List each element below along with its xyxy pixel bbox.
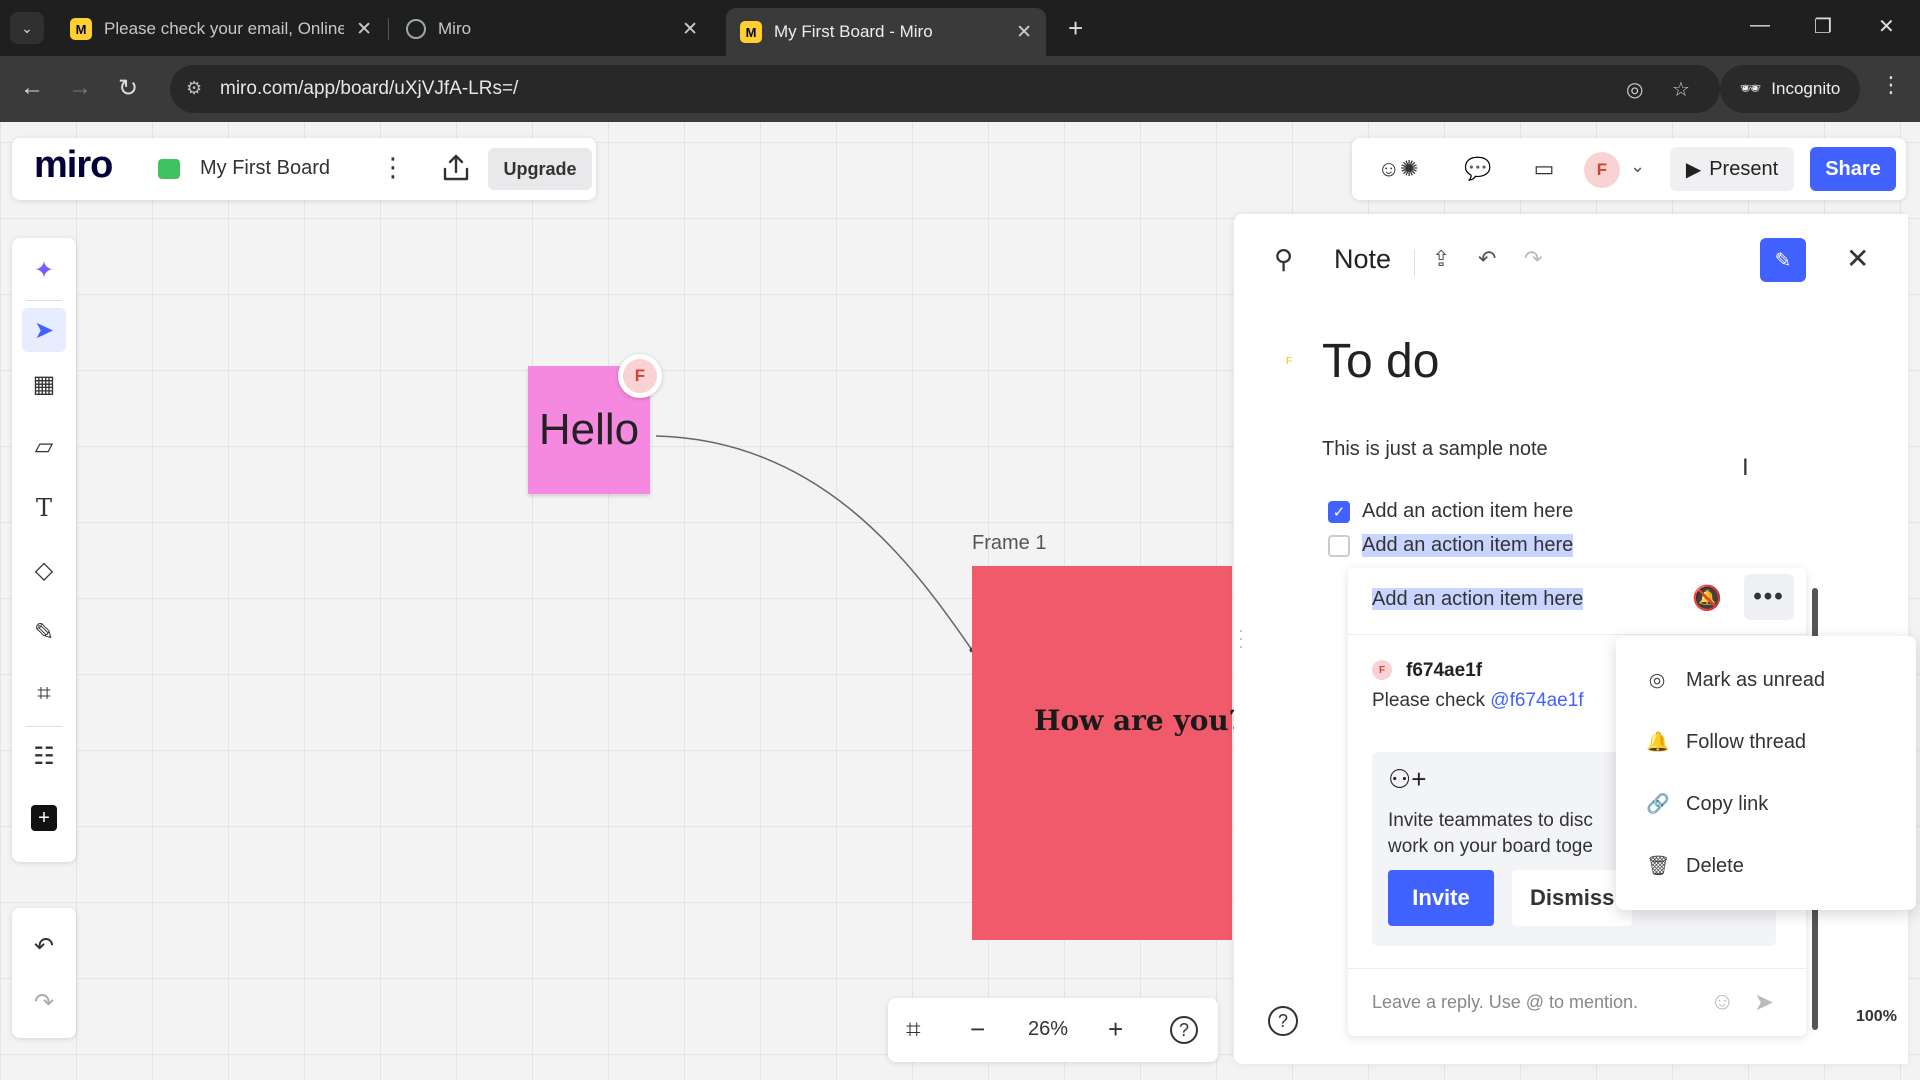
action-item[interactable]: Add an action item here	[1328, 534, 1574, 557]
checkbox-checked[interactable]: ✓	[1328, 500, 1350, 523]
frame-icon[interactable]: ⌗	[22, 672, 66, 716]
text-cursor-icon: I	[1742, 454, 1749, 481]
send-icon[interactable]: ➤	[1754, 988, 1774, 1017]
panel-title: Note	[1334, 244, 1392, 274]
comment-avatar: F	[1372, 660, 1392, 680]
note-body[interactable]: This is just a sample note	[1322, 438, 1548, 461]
thread-anchor-text: Add an action item here	[1372, 588, 1584, 610]
upgrade-button[interactable]: Upgrade	[488, 148, 592, 190]
undo-redo-panel: ↶ ↷	[12, 908, 76, 1038]
undo-icon[interactable]: ↶	[22, 924, 66, 968]
user-avatar[interactable]: F	[1584, 152, 1620, 188]
link-icon: 🔗	[1646, 794, 1670, 815]
share-export-icon[interactable]: ⇪	[1432, 246, 1450, 272]
frame[interactable]	[972, 566, 1232, 940]
templates-icon[interactable]: ▦	[22, 362, 66, 406]
ai-assist-button[interactable]: ✎	[1760, 238, 1806, 282]
comments-icon[interactable]: 💬	[1458, 152, 1498, 186]
close-panel-icon[interactable]: ✕	[1846, 242, 1869, 275]
bell-icon: 🔔	[1646, 732, 1670, 753]
frame-text[interactable]: How are you?	[1034, 704, 1245, 737]
mention-link[interactable]: @f674ae1f	[1490, 690, 1583, 711]
comment-message: Please check @f674ae1f	[1372, 690, 1584, 711]
thread-context-menu: ◎ Mark as unread 🔔 Follow thread 🔗 Copy …	[1616, 636, 1916, 910]
more-options-button[interactable]: •••	[1744, 574, 1794, 620]
panel-resize-handle[interactable]: · · ·	[1238, 621, 1244, 655]
reactions-icon[interactable]: ☺✺	[1366, 152, 1430, 186]
share-button[interactable]: Share	[1810, 147, 1896, 191]
invite-button[interactable]: Invite	[1388, 870, 1494, 926]
add-more-icon[interactable]: +	[22, 796, 66, 840]
pin-icon[interactable]: ⚲	[1274, 244, 1293, 275]
avatar-initial: F	[623, 359, 657, 393]
collab-toolbar: ☺✺ 💬 ▭ F ⌄ ▶ Present Share	[1352, 138, 1906, 200]
video-call-icon[interactable]: ▭	[1524, 152, 1564, 186]
notes-icon[interactable]: ☷	[22, 734, 66, 778]
menu-item-follow-thread[interactable]: 🔔 Follow thread	[1616, 714, 1916, 770]
reply-input[interactable]: Leave a reply. Use @ to mention.	[1372, 992, 1638, 1013]
text-icon[interactable]: T	[22, 486, 66, 530]
zoom-in-icon[interactable]: +	[1108, 1014, 1123, 1045]
emoji-icon[interactable]: ☺	[1710, 988, 1735, 1016]
divider	[1348, 634, 1806, 635]
present-label: Present	[1709, 157, 1779, 180]
divider	[1348, 968, 1806, 969]
dismiss-button[interactable]: Dismiss	[1512, 870, 1632, 926]
zoom-controls: ⌗ − 26% + ?	[888, 998, 1218, 1062]
mute-bell-icon[interactable]: 🔕	[1692, 584, 1722, 613]
fit-frame-icon[interactable]: ⌗	[906, 1014, 921, 1046]
ai-sparkle-icon[interactable]: ✦	[22, 248, 66, 292]
menu-item-delete[interactable]: 🗑 Delete	[1616, 838, 1916, 894]
menu-item-label: Mark as unread	[1686, 668, 1825, 691]
frame-label[interactable]: Frame 1	[972, 532, 1046, 555]
zoom-level[interactable]: 26%	[1028, 1018, 1068, 1041]
pen-icon[interactable]: ✎	[22, 610, 66, 654]
present-button[interactable]: ▶ Present	[1670, 147, 1794, 191]
invite-text: Invite teammates to disc work on your bo…	[1388, 810, 1593, 857]
divider	[26, 300, 62, 301]
chevron-down-icon[interactable]: ⌄	[1630, 156, 1645, 177]
action-item-text[interactable]: Add an action item here	[1362, 500, 1573, 523]
panel-zoom-level[interactable]: 100%	[1856, 1008, 1897, 1026]
shapes-icon[interactable]: ◇	[22, 548, 66, 592]
miro-logo[interactable]: miro	[34, 144, 113, 187]
play-icon: ▶	[1685, 158, 1702, 181]
comment-author: f674ae1f	[1406, 660, 1483, 681]
tools-panel: ✦ ➤ ▦ ▱ T ◇ ✎ ⌗ ☷ +	[12, 238, 76, 862]
undo-icon[interactable]: ↶	[1478, 246, 1496, 272]
author-indicator: F	[1286, 356, 1293, 367]
select-cursor-icon[interactable]: ➤	[22, 308, 66, 352]
menu-item-label: Copy link	[1686, 792, 1769, 815]
zoom-out-icon[interactable]: −	[970, 1014, 985, 1045]
trash-icon: 🗑	[1646, 856, 1671, 877]
action-item[interactable]: ✓ Add an action item here	[1328, 500, 1573, 523]
action-item-text-selected[interactable]: Add an action item here	[1362, 534, 1574, 557]
board-menu-icon[interactable]: ⋮	[380, 152, 406, 183]
sticky-author-avatar[interactable]: F	[618, 354, 662, 398]
menu-item-label: Follow thread	[1686, 730, 1807, 753]
board-icon	[158, 159, 180, 179]
help-icon[interactable]: ?	[1268, 1006, 1298, 1036]
menu-item-label: Delete	[1686, 854, 1744, 877]
redo-icon[interactable]: ↷	[22, 980, 66, 1024]
divider	[1414, 250, 1415, 276]
note-title[interactable]: To do	[1322, 334, 1439, 389]
sticky-note-icon[interactable]: ▱	[22, 424, 66, 468]
export-icon[interactable]	[440, 153, 472, 183]
menu-item-mark-unread[interactable]: ◎ Mark as unread	[1616, 652, 1916, 708]
divider	[26, 726, 62, 727]
menu-item-copy-link[interactable]: 🔗 Copy link	[1616, 776, 1916, 832]
add-person-icon: ⚇+	[1388, 764, 1427, 794]
board-name[interactable]: My First Board	[200, 157, 330, 180]
help-icon[interactable]: ?	[1170, 1016, 1198, 1044]
board-header: miro My First Board ⋮ Upgrade	[12, 138, 596, 200]
redo-icon[interactable]: ↷	[1524, 246, 1542, 272]
checkbox-unchecked[interactable]	[1328, 534, 1350, 557]
sticky-note-text: Hello	[538, 405, 640, 454]
unread-icon: ◎	[1648, 669, 1666, 691]
